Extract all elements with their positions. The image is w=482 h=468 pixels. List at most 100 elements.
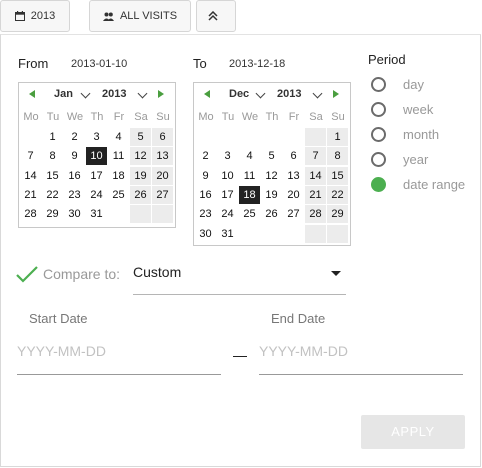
weekday-header: Mo <box>23 111 39 123</box>
calendar-day[interactable]: 21 <box>20 186 41 204</box>
calendar-day[interactable]: 14 <box>305 166 326 185</box>
period-option-label[interactable]: week <box>403 102 433 117</box>
end-date-input[interactable]: YYYY-MM-DD <box>259 343 348 359</box>
users-icon <box>102 12 114 21</box>
calendar-day[interactable]: 25 <box>239 205 260 223</box>
calendar-day[interactable]: 29 <box>327 205 348 224</box>
next-month-icon[interactable] <box>333 90 339 98</box>
next-month-icon[interactable] <box>158 90 164 98</box>
calendar-day[interactable]: 5 <box>261 147 282 165</box>
calendar-day[interactable]: 26 <box>261 205 282 223</box>
calendar-day[interactable]: 19 <box>261 186 282 204</box>
calendar-day[interactable]: 12 <box>130 147 151 166</box>
calendar-day[interactable]: 17 <box>217 186 238 204</box>
calendar-day[interactable]: 28 <box>20 205 41 223</box>
calendar-day[interactable]: 13 <box>283 167 304 185</box>
calendar-day[interactable]: 20 <box>152 166 173 185</box>
calendar-day[interactable]: 3 <box>217 147 238 165</box>
calendar-day[interactable]: 23 <box>64 186 85 204</box>
prev-month-icon[interactable] <box>204 90 210 98</box>
compare-to-label: Compare to: <box>43 266 121 282</box>
calendar-day[interactable]: 14 <box>20 167 41 185</box>
calendar-day[interactable]: 16 <box>64 167 85 185</box>
calendar-day[interactable]: 24 <box>217 205 238 223</box>
calendar-day[interactable]: 23 <box>195 205 216 223</box>
radio-year[interactable] <box>371 152 386 167</box>
calendar-day[interactable]: 11 <box>239 167 260 185</box>
calendar-day[interactable]: 2 <box>195 147 216 165</box>
weekday-header: We <box>66 111 84 123</box>
calendar-day[interactable]: 15 <box>42 167 63 185</box>
radio-week[interactable] <box>371 102 386 117</box>
chevron-down-icon <box>137 88 148 99</box>
apply-button[interactable]: APPLY <box>361 415 465 449</box>
month-select[interactable]: Jan <box>54 88 73 100</box>
month-select[interactable]: Dec <box>229 88 249 100</box>
calendar-day[interactable]: 16 <box>195 186 216 204</box>
calendar-day[interactable]: 21 <box>305 185 326 204</box>
calendar-day[interactable]: 8 <box>327 147 348 166</box>
calendar-day[interactable]: 13 <box>152 147 173 166</box>
calendar-day[interactable]: 22 <box>327 185 348 204</box>
calendar-day[interactable]: 2 <box>64 128 85 146</box>
calendar-day[interactable]: 1 <box>42 128 63 146</box>
calendar-day[interactable]: 7 <box>20 147 41 165</box>
radio-day[interactable] <box>371 77 386 92</box>
calendar-day[interactable]: 10 <box>86 147 107 166</box>
calendar-day[interactable]: 7 <box>305 147 326 166</box>
calendar-day[interactable]: 28 <box>305 205 326 224</box>
calendar-day[interactable]: 18 <box>239 185 260 204</box>
calendar-day[interactable]: 8 <box>42 147 63 165</box>
calendar-day[interactable]: 18 <box>108 167 129 185</box>
segment-selector-button[interactable]: ALL VISITS <box>89 0 191 32</box>
calendar-day[interactable]: 31 <box>217 225 238 243</box>
calendar-day[interactable]: 11 <box>108 147 129 165</box>
calendar-day[interactable]: 25 <box>108 186 129 204</box>
calendar-day[interactable]: 30 <box>64 205 85 223</box>
period-option-label[interactable]: year <box>403 152 428 167</box>
calendar-day[interactable]: 27 <box>152 185 173 204</box>
calendar-day[interactable]: 4 <box>108 128 129 146</box>
period-title: Period <box>368 52 406 67</box>
weekday-header: Sa <box>309 111 323 123</box>
compare-to-select[interactable]: Custom <box>133 264 181 280</box>
calendar-day[interactable]: 1 <box>327 128 348 146</box>
calendar-day[interactable]: 3 <box>86 128 107 146</box>
checkmark-icon[interactable] <box>15 264 39 284</box>
calendar-day[interactable]: 10 <box>217 167 238 185</box>
calendar-day[interactable]: 12 <box>261 167 282 185</box>
calendar-day[interactable]: 31 <box>86 205 107 223</box>
calendar-day[interactable]: 9 <box>195 167 216 185</box>
start-date-input[interactable]: YYYY-MM-DD <box>17 343 106 359</box>
period-option-label[interactable]: month <box>403 127 439 142</box>
calendar-day[interactable]: 24 <box>86 186 107 204</box>
calendar-day[interactable]: 29 <box>42 205 63 223</box>
calendar-day[interactable]: 20 <box>283 186 304 204</box>
calendar-day[interactable]: 22 <box>42 186 63 204</box>
calendar-day[interactable]: 27 <box>283 205 304 223</box>
period-option-label[interactable]: date range <box>403 177 465 192</box>
calendar-day[interactable]: 17 <box>86 167 107 185</box>
year-select[interactable]: 2013 <box>277 88 301 100</box>
calendar-day[interactable]: 30 <box>195 225 216 243</box>
calendar-day[interactable]: 15 <box>327 166 348 185</box>
radio-date-range[interactable] <box>371 177 386 192</box>
double-chevron-up-icon <box>208 11 218 21</box>
collapse-button[interactable] <box>196 0 236 32</box>
weekday-header: Sa <box>134 111 148 123</box>
calendar-day[interactable]: 19 <box>130 166 151 185</box>
weekday-header: Su <box>156 111 170 123</box>
calendar-day[interactable]: 9 <box>64 147 85 165</box>
start-date-underline <box>17 374 221 375</box>
year-select[interactable]: 2013 <box>102 88 126 100</box>
date-selector-button[interactable]: 2013 <box>0 0 70 32</box>
calendar-day[interactable]: 4 <box>239 147 260 165</box>
prev-month-icon[interactable] <box>29 90 35 98</box>
calendar-day[interactable]: 26 <box>130 185 151 204</box>
calendar-day[interactable]: 5 <box>130 128 151 146</box>
calendar-day[interactable]: 6 <box>283 147 304 165</box>
weekday-header: Th <box>265 111 279 123</box>
period-option-label[interactable]: day <box>403 77 424 92</box>
calendar-day[interactable]: 6 <box>152 128 173 146</box>
radio-month[interactable] <box>371 127 386 142</box>
